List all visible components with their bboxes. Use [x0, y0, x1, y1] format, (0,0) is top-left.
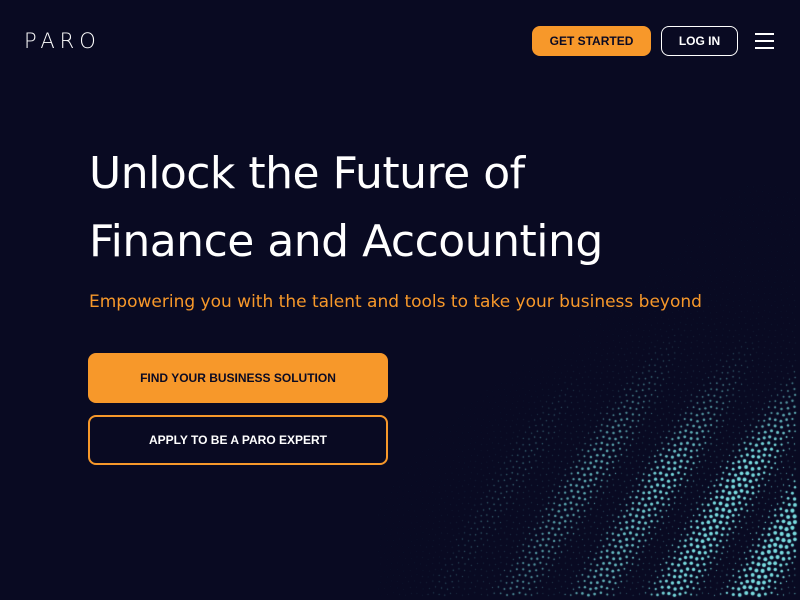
get-started-button[interactable]: GET STARTED [532, 26, 651, 56]
menu-bar [755, 40, 774, 42]
hero-headline: Unlock the Future of Finance and Account… [89, 140, 729, 276]
headline-line-1: Unlock the Future of [89, 148, 525, 199]
apply-paro-expert-button[interactable]: APPLY TO BE A PARO EXPERT [88, 415, 388, 465]
site-header: PARO GET STARTED LOG IN [0, 0, 800, 82]
headline-line-2: Finance and Accounting [89, 216, 603, 267]
page: PARO GET STARTED LOG IN Unlock the Futur… [0, 0, 800, 600]
hamburger-menu-icon[interactable] [755, 31, 775, 51]
menu-bar [755, 47, 774, 49]
paro-logo[interactable]: PARO [24, 30, 101, 52]
menu-bar [755, 33, 774, 35]
find-business-solution-button[interactable]: FIND YOUR BUSINESS SOLUTION [88, 353, 388, 403]
login-button[interactable]: LOG IN [661, 26, 738, 56]
hero-subheading: Empowering you with the talent and tools… [89, 292, 702, 312]
